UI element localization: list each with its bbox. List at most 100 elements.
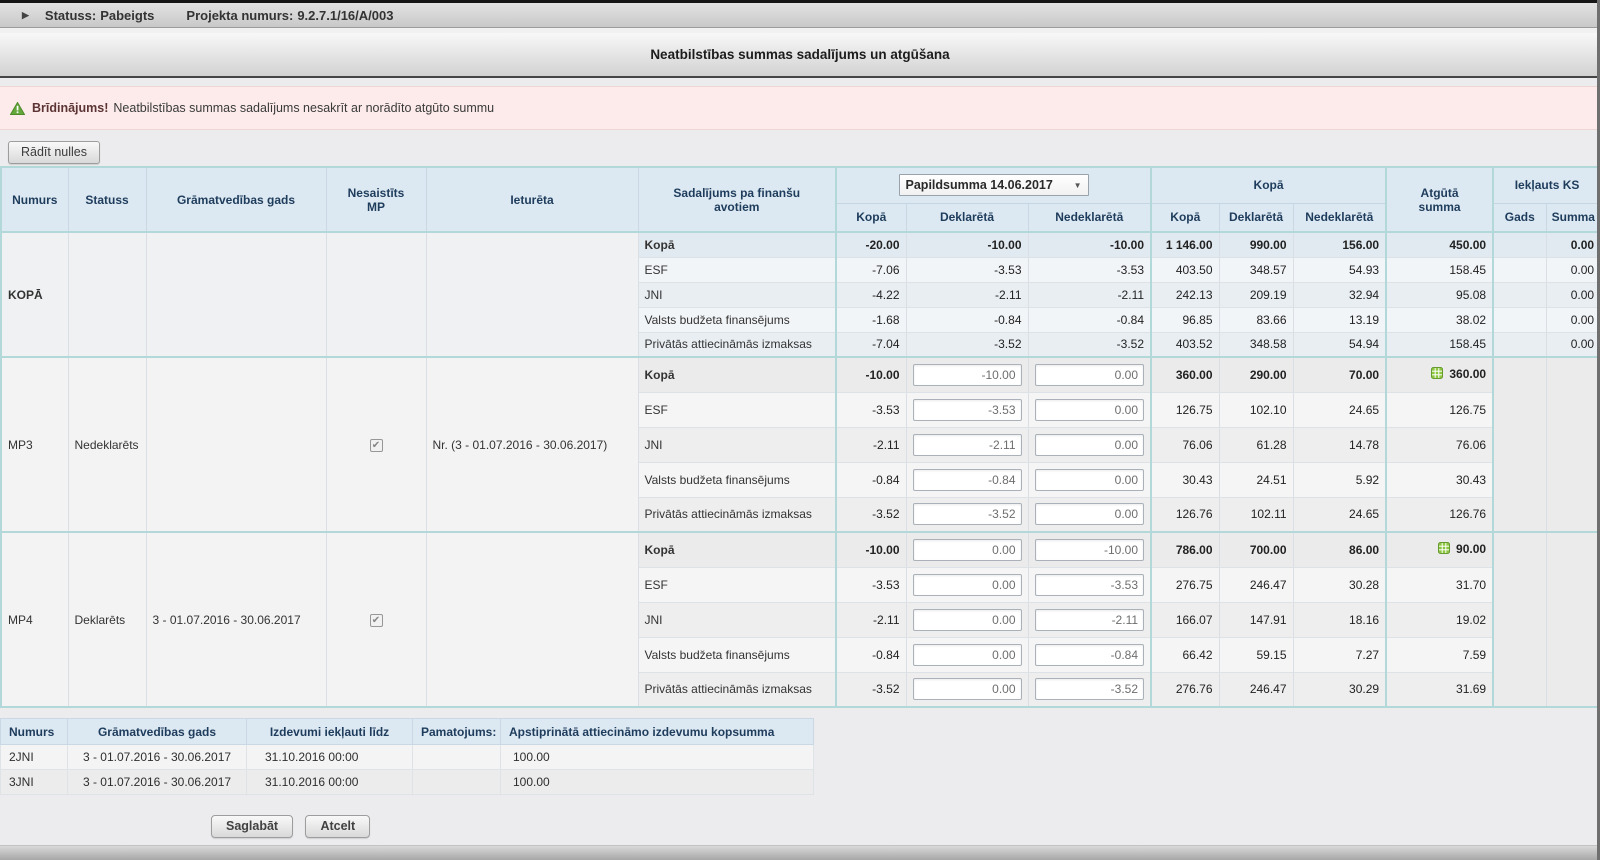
kopa-nedeklareta-value: 30.28 — [1293, 567, 1386, 602]
col-header-pamatojums: Pamatojums: — [413, 719, 501, 745]
cancel-button[interactable]: Atcelt — [305, 815, 370, 838]
papild-nedeklareta-cell — [1028, 427, 1151, 462]
deklareta-input[interactable] — [913, 644, 1022, 666]
papild-kopa-value: -7.04 — [836, 332, 906, 357]
kopsumma-value: 100.00 — [501, 770, 814, 795]
warning-message: Neatbilstības summas sadalījums nesakrīt… — [113, 101, 494, 115]
nedeklareta-input[interactable] — [1035, 434, 1145, 456]
ks-summa-value: 0.00 — [1546, 232, 1600, 257]
status-value: Pabeigts — [100, 8, 154, 23]
kopa-nedeklareta-value: 7.27 — [1293, 637, 1386, 672]
deklareta-input[interactable] — [913, 399, 1022, 421]
papild-nedeklareta-cell — [1028, 357, 1151, 392]
section-gads — [146, 357, 326, 532]
papild-kopa-value: -10.00 — [836, 532, 906, 567]
finance-source-label: Kopā — [638, 532, 836, 567]
kopa-deklareta-value: 246.47 — [1219, 567, 1293, 602]
finance-source-label: ESF — [638, 392, 836, 427]
expand-arrow-icon[interactable]: ▶ — [22, 10, 29, 21]
atguta-summa-value: 31.69 — [1386, 672, 1493, 707]
gads-value: 3 - 01.07.2016 - 30.06.2017 — [68, 770, 247, 795]
finance-source-label: Privātās attiecināmās izmaksas — [638, 497, 836, 532]
papild-nedeklareta-value: -10.00 — [1028, 232, 1151, 257]
papild-kopa-value: -3.53 — [836, 392, 906, 427]
col-header-sadalijums: Sadalījums pa finanšu avotiem — [638, 167, 836, 232]
papild-nedeklareta-value: -3.53 — [1028, 257, 1151, 282]
papild-nedeklareta-cell — [1028, 672, 1151, 707]
section-gads: 3 - 01.07.2016 - 30.06.2017 — [146, 532, 326, 707]
ks-gads-cell — [1493, 332, 1546, 357]
ks-gads-cell — [1493, 282, 1546, 307]
finance-source-label: Valsts budžeta finansējums — [638, 462, 836, 497]
papild-kopa-value: -10.00 — [836, 357, 906, 392]
finance-source-label: JNI — [638, 427, 836, 462]
numurs-value: 2JNI — [1, 745, 68, 770]
kopa-nedeklareta-value: 30.29 — [1293, 672, 1386, 707]
deklareta-input[interactable] — [913, 469, 1022, 491]
kopa-kopa-value: 30.43 — [1151, 462, 1219, 497]
ks-gads-cell — [1493, 232, 1546, 257]
deklareta-input[interactable] — [913, 678, 1022, 700]
nedeklareta-input[interactable] — [1035, 678, 1145, 700]
atguta-summa-value: 126.75 — [1386, 392, 1493, 427]
papild-deklareta-cell — [906, 637, 1028, 672]
papild-kopa-value: -2.11 — [836, 427, 906, 462]
deklareta-input[interactable] — [913, 574, 1022, 596]
deklareta-input[interactable] — [913, 539, 1022, 561]
nedeklareta-input[interactable] — [1035, 574, 1145, 596]
chevron-down-icon: ▼ — [1074, 181, 1082, 190]
nedeklareta-input[interactable] — [1035, 539, 1145, 561]
papild-deklareta-cell — [906, 602, 1028, 637]
section-status: Nedeklarēts — [68, 357, 146, 532]
nesaistits-mp-checkbox[interactable]: ✔ — [370, 439, 383, 452]
deklareta-input[interactable] — [913, 364, 1022, 386]
kopsumma-value: 100.00 — [501, 745, 814, 770]
subheader-kopa-deklareta: Deklarētā — [1219, 203, 1293, 232]
ks-gads-cell — [1493, 532, 1546, 707]
finance-source-label: Kopā — [638, 232, 836, 257]
subheader-kopa-kopa: Kopā — [1151, 203, 1219, 232]
finance-source-label: ESF — [638, 257, 836, 282]
nesaistits-mp-checkbox[interactable]: ✔ — [370, 614, 383, 627]
kopa-kopa-value: 126.75 — [1151, 392, 1219, 427]
nedeklareta-input[interactable] — [1035, 609, 1145, 631]
gads-value: 3 - 01.07.2016 - 30.06.2017 — [68, 745, 247, 770]
pamatojums-value — [413, 745, 501, 770]
nedeklareta-input[interactable] — [1035, 644, 1145, 666]
nedeklareta-input[interactable] — [1035, 503, 1145, 525]
papild-nedeklareta-value: -3.52 — [1028, 332, 1151, 357]
kopa-nedeklareta-value: 24.65 — [1293, 497, 1386, 532]
kopa-deklareta-value: 348.58 — [1219, 332, 1293, 357]
kopa-kopa-value: 360.00 — [1151, 357, 1219, 392]
nedeklareta-input[interactable] — [1035, 399, 1145, 421]
section-number: MP4 — [1, 532, 68, 707]
col-header-izdevumi: Izdevumi iekļauti līdz — [247, 719, 413, 745]
izdevumi-value: 31.10.2016 00:00 — [247, 745, 413, 770]
finance-source-label: Valsts budžeta finansējums — [638, 307, 836, 332]
kopa-nedeklareta-value: 32.94 — [1293, 282, 1386, 307]
atguta-summa-value: 38.02 — [1386, 307, 1493, 332]
atguta-summa-value: 158.45 — [1386, 332, 1493, 357]
papildsumma-select[interactable]: Papildsumma 14.06.2017 ▼ — [899, 174, 1089, 196]
ks-summa-value: 0.00 — [1546, 307, 1600, 332]
papild-deklareta-value: -0.84 — [906, 307, 1028, 332]
nedeklareta-input[interactable] — [1035, 364, 1145, 386]
atguta-summa-value: 31.70 — [1386, 567, 1493, 602]
deklareta-input[interactable] — [913, 434, 1022, 456]
kopa-kopa-value: 403.52 — [1151, 332, 1219, 357]
deklareta-input[interactable] — [913, 503, 1022, 525]
atguta-summa-value: 450.00 — [1386, 232, 1493, 257]
kopa-deklareta-value: 102.10 — [1219, 392, 1293, 427]
kopa-deklareta-value: 83.66 — [1219, 307, 1293, 332]
show-zeros-button[interactable]: Rādīt nulles — [8, 141, 100, 164]
table-row: 2JNI 3 - 01.07.2016 - 30.06.2017 31.10.2… — [1, 745, 814, 770]
deklareta-input[interactable] — [913, 609, 1022, 631]
papild-nedeklareta-cell — [1028, 392, 1151, 427]
kopa-kopa-value: 242.13 — [1151, 282, 1219, 307]
nedeklareta-input[interactable] — [1035, 469, 1145, 491]
finance-source-label: JNI — [638, 282, 836, 307]
atguta-summa-value: 30.43 — [1386, 462, 1493, 497]
save-button[interactable]: Saglabāt — [211, 815, 293, 838]
subheader-papild-kopa: Kopā — [836, 203, 906, 232]
section-nesaistits-mp: ✔ — [326, 532, 426, 707]
